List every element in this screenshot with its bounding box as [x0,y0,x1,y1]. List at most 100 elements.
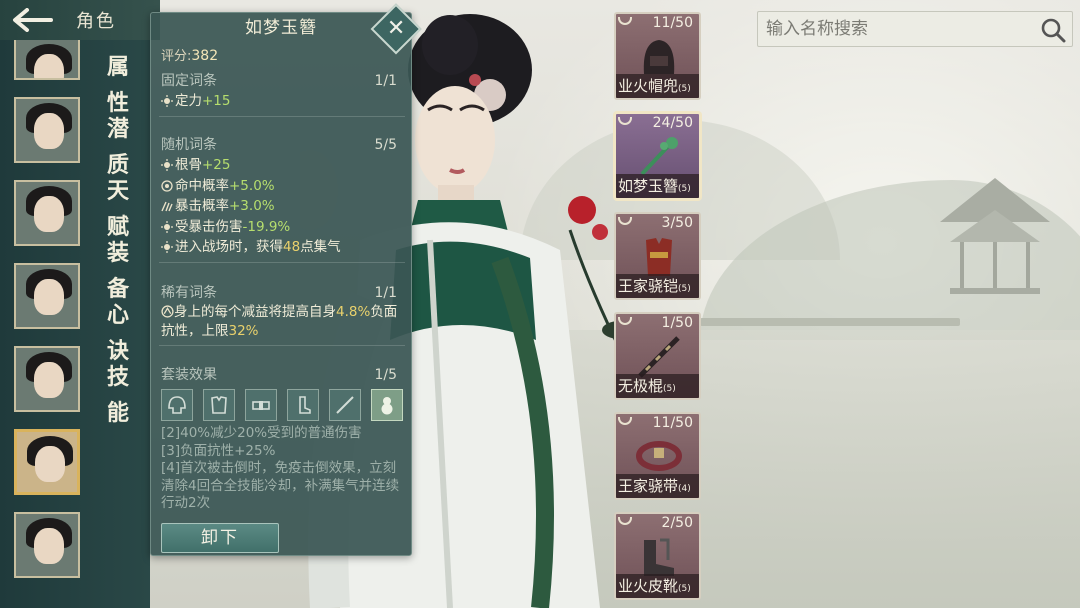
lock-tag-icon [618,517,632,525]
equipment-name: 业火帽兜(5) [616,74,699,98]
set-effect: [4]首次被击倒时，免疫击倒效果，立刻清除4回合全技能冷却，补满集气并连续行动2… [161,460,400,511]
tab-talent[interactable]: 天赋 [107,174,150,240]
character-avatar[interactable] [14,346,80,412]
character-avatar[interactable] [14,512,80,578]
boot-icon [644,538,674,576]
character-avatar[interactable] [14,180,80,246]
unequip-button[interactable]: 卸下 [161,523,279,553]
equipment-name: 王家骁铠(5) [616,274,699,298]
affix-line: 暴击概率 +3.0% [151,196,413,217]
character-avatar[interactable] [14,40,80,80]
equipment-level: (4) [678,484,691,494]
equipment-slot-weapon[interactable]: 1/50 无极棍(5) [614,312,701,400]
equipment-level: (5) [678,584,691,594]
staff-icon[interactable] [329,389,361,421]
helmet-icon[interactable] [161,389,193,421]
hairpin-icon [640,137,678,176]
item-score: 评分:382 [161,45,218,64]
affix-line: 定力 +15 [151,91,413,112]
character-sidebar: 属性 潜质 天赋 装备 心诀 技能 [0,0,150,608]
rare-value: 32% [228,323,259,339]
affix-value: -19.9% [242,218,291,235]
affix-line: 受暴击伤害 -19.9% [151,217,413,238]
character-avatar-list [14,40,84,578]
equipment-slot-armor[interactable]: 3/50 王家骁铠(5) [614,212,701,300]
equipment-slot-accessory[interactable]: 24/50 如梦玉簪(5) [614,112,701,200]
set-effect-section: 套装效果 1/5 [2]40%减少20%受到的普通伤害 [3]负面抗性+25% [… [151,365,413,513]
lock-tag-icon [618,217,632,225]
gourd-icon[interactable] [371,389,403,421]
durability: 1/50 [661,315,693,331]
tab-attributes[interactable]: 属性 [107,50,150,116]
belt-icon[interactable] [245,389,277,421]
set-piece-icons [151,385,413,421]
durability: 11/50 [652,415,693,431]
page-title: 角色 [76,11,116,32]
rare-affix-section: 稀有词条 1/1 身上的每个减益将提高自身4.8%负面抗性，上限32% [151,283,413,350]
set-effect: [3]负面抗性+25% [161,442,276,459]
equipment-name: 王家骁带(4) [616,474,699,498]
sun-icon [161,95,173,108]
affix-value: +25 [202,157,231,173]
equipment-slot-belt[interactable]: 11/50 王家骁带(4) [614,412,701,500]
character-tabs: 属性 潜质 天赋 装备 心诀 技能 [107,50,150,426]
section-title: 稀有词条 [161,285,217,301]
boot-icon[interactable] [287,389,319,421]
lock-tag-icon [618,117,632,125]
score-value: 382 [191,48,219,64]
claw-icon [161,201,173,212]
section-title: 套装效果 [161,367,217,383]
tab-potential[interactable]: 潜质 [107,112,150,178]
affix-text: 定力 [175,93,202,109]
section-count: 1/5 [374,367,397,383]
back-button[interactable] [0,0,62,40]
durability: 3/50 [661,215,693,231]
affix-text: 命中概率 [175,177,229,194]
equipment-level: (5) [678,184,691,194]
belt-icon [636,441,682,471]
set-effect: [2]40%减少20%受到的普通伤害 [161,425,362,441]
equipment-name: 业火皮靴(5) [616,574,699,598]
close-icon: ✕ [386,16,406,41]
tab-equipment[interactable]: 装备 [107,236,150,302]
lock-tag-icon [618,317,632,325]
affix-text: 受暴击伤害 [175,218,243,235]
affix-text: 根骨 [175,157,202,173]
character-avatar[interactable] [14,263,80,329]
pavilion-illustration [940,178,1050,294]
tab-mind-art[interactable]: 心诀 [107,298,150,364]
equipment-slot-head[interactable]: 11/50 业火帽兜(5) [614,12,701,100]
equipment-level: (5) [678,84,691,94]
durability: 2/50 [661,515,693,531]
fixed-affix-section: 固定词条 1/1 定力 +15 [151,71,413,121]
search-icon[interactable] [1040,17,1066,43]
item-detail-panel: 如梦玉簪 ✕ 评分:382 固定词条 1/1 定力 +15 随机词条 5/5 根骨 +2… [150,3,422,556]
search-input[interactable] [766,12,1026,46]
character-avatar-selected[interactable] [14,429,80,495]
affix-text: 暴击概率 [175,198,229,214]
equipment-slots: 11/50 业火帽兜(5) 24/50 如梦玉簪(5) 3/50 王家骁铠(5)… [614,12,702,608]
search-box [757,11,1073,47]
affix-line: 根骨 +25 [151,155,413,176]
rare-affix-text: 身上的每个减益将提高自身4.8%负面抗性，上限32% [151,303,413,341]
sun-icon [161,220,173,233]
affix-value: 48 [283,239,301,255]
bridge [700,318,960,326]
character-avatar[interactable] [14,97,80,163]
sun-icon [161,241,173,254]
section-count: 1/1 [374,285,397,301]
score-label: 评分: [161,49,192,64]
affix-line: 进入战场时，获得 48 点集气 [151,237,413,258]
armor-icon[interactable] [203,389,235,421]
equipment-name: 无极棍(5) [616,374,699,398]
affix-text: 点集气 [300,239,341,255]
random-affix-section: 随机词条 5/5 根骨 +25 命中概率 +5.0% 暴击概率 +3.0% 受暴击伤害 -… [151,135,413,267]
affix-value: +3.0% [229,198,275,214]
affix-value: +15 [202,93,231,109]
durability: 11/50 [652,15,693,31]
section-title: 随机词条 [161,137,217,153]
tab-skills[interactable]: 技能 [107,360,150,426]
staff-icon [638,336,680,378]
affix-line: 命中概率 +5.0% [151,176,413,197]
equipment-slot-boots[interactable]: 2/50 业火皮靴(5) [614,512,701,600]
